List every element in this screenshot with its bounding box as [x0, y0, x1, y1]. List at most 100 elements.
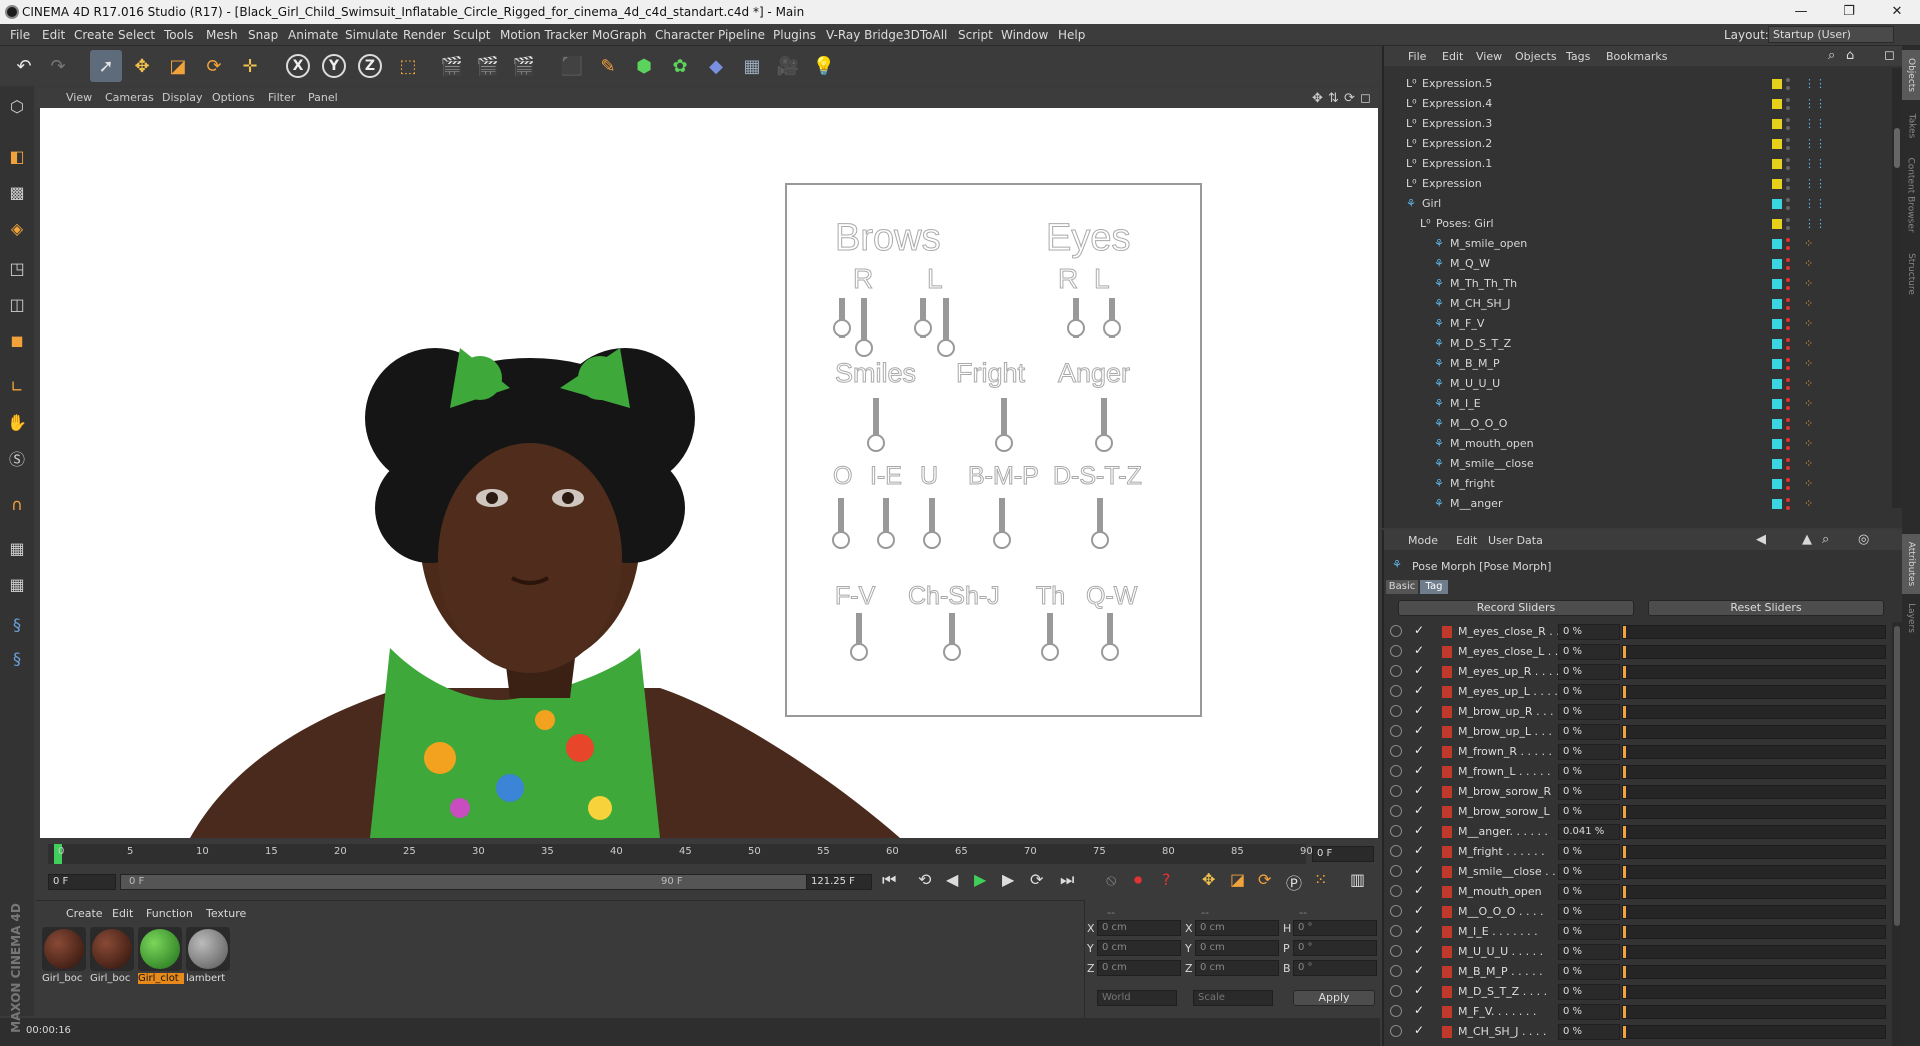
pose-slider-handle[interactable] — [1623, 926, 1626, 938]
x-axis-lock-icon[interactable]: X — [286, 54, 310, 78]
pose-slider-value[interactable]: 0 % — [1558, 804, 1620, 820]
end-frame-field[interactable]: 121.25 F — [806, 874, 872, 890]
object-row[interactable]: L⁰ Expression.3 ⋮⋮ — [1384, 114, 1884, 134]
weight-tag-icon[interactable]: ⁘ — [1804, 357, 1813, 370]
rig-slider-knob[interactable] — [937, 339, 955, 357]
redo-button[interactable]: ↷ — [42, 50, 74, 82]
tab-basic[interactable]: Basic — [1386, 580, 1418, 594]
weight-tag-icon[interactable]: ⁘ — [1804, 337, 1813, 350]
visibility-dot[interactable] — [1786, 478, 1790, 482]
pose-slider-track[interactable] — [1622, 785, 1886, 799]
menu-sculpt[interactable]: Sculpt — [453, 28, 490, 42]
cube-primitive-icon[interactable]: ⬛ — [556, 50, 588, 82]
layer-color-swatch[interactable] — [1772, 459, 1782, 469]
make-editable-icon[interactable]: ⬡ — [3, 92, 31, 120]
layer-color-swatch[interactable] — [1772, 139, 1782, 149]
menu-3dtoall[interactable]: 3DToAll — [903, 28, 947, 42]
rig-slider-knob[interactable] — [1095, 434, 1113, 452]
minimize-button[interactable]: — — [1778, 0, 1824, 24]
menu-character[interactable]: Character — [655, 28, 714, 42]
animate-toggle-icon[interactable] — [1390, 905, 1402, 917]
rig-slider-knob[interactable] — [914, 319, 932, 337]
pose-slider-track[interactable] — [1622, 625, 1886, 639]
visibility-dot[interactable] — [1786, 406, 1790, 410]
tab-tag[interactable]: Tag — [1420, 580, 1448, 594]
menu-edit[interactable]: Edit — [42, 28, 65, 42]
deformer-icon[interactable]: ◆ — [700, 50, 732, 82]
visibility-dot[interactable] — [1786, 118, 1790, 122]
viewport-menu-cameras[interactable]: Cameras — [105, 91, 154, 104]
enable-checkbox[interactable]: ✓ — [1414, 723, 1424, 737]
am-menu-user-data[interactable]: User Data — [1488, 534, 1543, 547]
visibility-dot[interactable] — [1786, 258, 1790, 262]
viewport-menu-view[interactable]: View — [66, 91, 92, 104]
menu-help[interactable]: Help — [1058, 28, 1085, 42]
visibility-dot[interactable] — [1786, 246, 1790, 250]
object-row[interactable]: L⁰ Expression.4 ⋮⋮ — [1384, 94, 1884, 114]
pose-slider-value[interactable]: 0 % — [1558, 684, 1620, 700]
weight-tag-icon[interactable]: ⁘ — [1804, 437, 1813, 450]
layer-color-swatch[interactable] — [1772, 119, 1782, 129]
visibility-dot[interactable] — [1786, 286, 1790, 290]
visibility-dot[interactable] — [1786, 86, 1790, 90]
render-settings-icon[interactable]: 🎬 — [508, 50, 540, 82]
rig-slider-knob[interactable] — [923, 531, 941, 549]
object-row[interactable]: ⚘ M_I_E ⁘ — [1384, 394, 1884, 414]
visibility-dot[interactable] — [1786, 346, 1790, 350]
object-row[interactable]: ⚘ M__O_O_O ⁘ — [1384, 414, 1884, 434]
animate-toggle-icon[interactable] — [1390, 825, 1402, 837]
pose-slider-track[interactable] — [1622, 825, 1886, 839]
rotation-p-field[interactable]: 0 ° — [1293, 940, 1377, 956]
visibility-dot[interactable] — [1786, 386, 1790, 390]
points-mode-icon[interactable]: ◳ — [3, 254, 31, 282]
animate-toggle-icon[interactable] — [1390, 705, 1402, 717]
texture-mode-icon[interactable]: ▩ — [3, 178, 31, 206]
enable-checkbox[interactable]: ✓ — [1414, 923, 1424, 937]
enable-checkbox[interactable]: ✓ — [1414, 983, 1424, 997]
xpresso-tag-icon[interactable]: ⋮⋮ — [1804, 217, 1826, 230]
animate-toggle-icon[interactable] — [1390, 785, 1402, 797]
mat-menu-edit[interactable]: Edit — [112, 907, 133, 920]
rig-slider-knob[interactable] — [993, 531, 1011, 549]
om-menu-objects[interactable]: Objects — [1515, 50, 1557, 63]
side-tab-objects[interactable]: Objects — [1902, 50, 1920, 100]
pose-slider-value[interactable]: 0 % — [1558, 984, 1620, 1000]
visibility-dot[interactable] — [1786, 398, 1790, 402]
camera-icon[interactable]: 🎥 — [772, 50, 804, 82]
layer-color-swatch[interactable] — [1772, 399, 1782, 409]
pose-slider-value[interactable]: 0 % — [1558, 924, 1620, 940]
maximize-button[interactable]: ❐ — [1826, 0, 1872, 24]
light-icon[interactable]: 💡 — [808, 50, 840, 82]
menu-pipeline[interactable]: Pipeline — [718, 28, 765, 42]
rig-slider-knob[interactable] — [855, 339, 873, 357]
visibility-dot[interactable] — [1786, 106, 1790, 110]
enable-checkbox[interactable]: ✓ — [1414, 783, 1424, 797]
material-swatch[interactable]: Girl_clot — [138, 927, 184, 984]
visibility-dot[interactable] — [1786, 506, 1790, 510]
edges-mode-icon[interactable]: ◫ — [3, 290, 31, 318]
workplane-mode-icon[interactable]: ◈ — [3, 214, 31, 242]
weight-tag-icon[interactable]: ⁘ — [1804, 317, 1813, 330]
previous-key-icon[interactable]: ⟲ — [918, 870, 931, 889]
xpresso-tag-icon[interactable]: ⋮⋮ — [1804, 157, 1826, 170]
menu-script[interactable]: Script — [958, 28, 993, 42]
object-row[interactable]: ⚘ Girl ⋮⋮ — [1384, 194, 1884, 214]
scale-dropdown[interactable]: Scale — [1193, 990, 1273, 1006]
animate-toggle-icon[interactable] — [1390, 665, 1402, 677]
layer-color-swatch[interactable] — [1772, 419, 1782, 429]
viewport-menu-options[interactable]: Options — [212, 91, 254, 104]
y-axis-lock-icon[interactable]: Y — [322, 54, 346, 78]
pose-slider-track[interactable] — [1622, 645, 1886, 659]
pose-slider-track[interactable] — [1622, 1005, 1886, 1019]
pose-slider-value[interactable]: 0 % — [1558, 844, 1620, 860]
visibility-dot[interactable] — [1786, 126, 1790, 130]
layer-color-swatch[interactable] — [1772, 79, 1782, 89]
viewport-move-icon[interactable]: ✥ — [1312, 91, 1323, 106]
visibility-dot[interactable] — [1786, 486, 1790, 490]
render-view-icon[interactable]: 🎬 — [436, 50, 468, 82]
back-arrow-icon[interactable]: ◀ — [1756, 532, 1766, 547]
layer-color-swatch[interactable] — [1772, 359, 1782, 369]
pose-slider-value[interactable]: 0 % — [1558, 1004, 1620, 1020]
play-icon[interactable]: ▶ — [974, 870, 986, 889]
pose-slider-handle[interactable] — [1623, 806, 1626, 818]
